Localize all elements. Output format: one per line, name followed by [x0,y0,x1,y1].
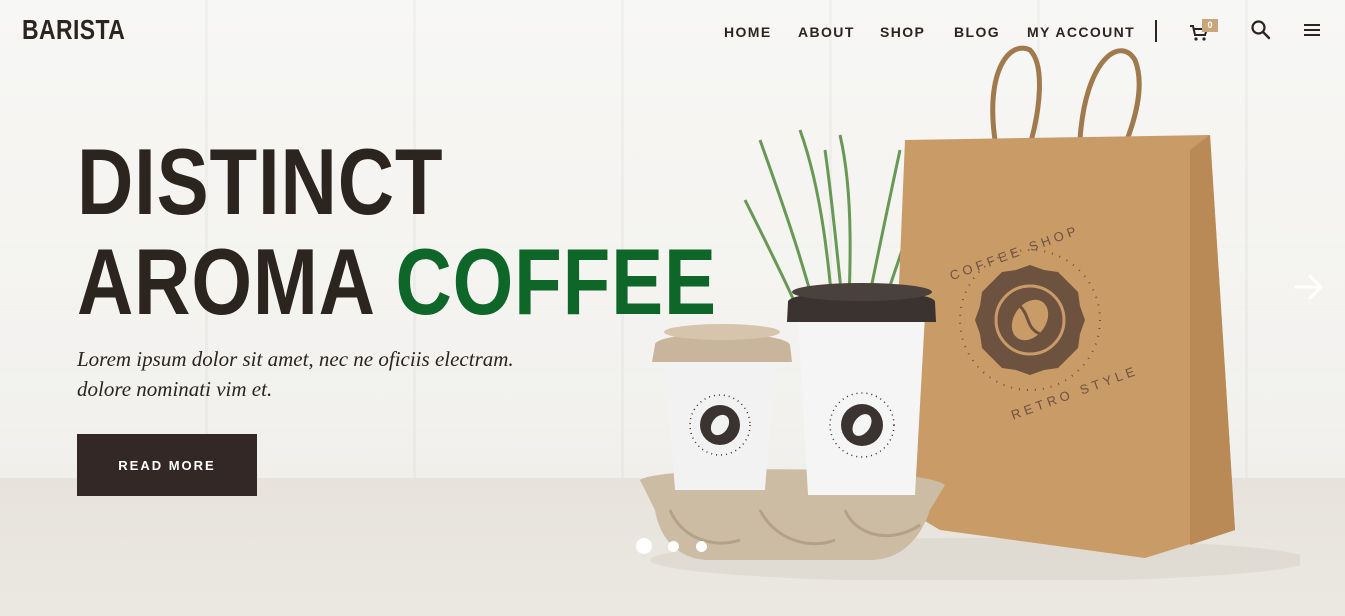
hero-headline-line2: AROMA COFFEE [77,232,717,332]
hamburger-menu-button[interactable] [1303,22,1321,38]
cart-button[interactable]: 0 [1189,19,1219,43]
hero-headline: DISTINCT AROMA COFFEE [77,132,717,332]
hero-subtitle-line2: dolore nominati vim et. [77,377,273,401]
slider-dot-3[interactable] [696,541,707,552]
cart-count-badge: 0 [1202,19,1218,32]
slider-dot-2[interactable] [668,541,679,552]
hero-headline-aroma: AROMA [77,229,373,334]
next-slide-button[interactable] [1293,273,1325,301]
search-button[interactable] [1250,19,1272,41]
slider-dot-1[interactable] [636,538,652,554]
hero-subtitle: Lorem ipsum dolor sit amet, nec ne ofici… [77,344,597,404]
nav-divider [1155,20,1157,42]
brand-logo[interactable]: BARISTA [22,14,125,46]
next-arrow-icon [1294,274,1323,300]
hero-headline-coffee: COFFEE [395,229,717,334]
nav-home[interactable]: HOME [724,24,772,40]
hamburger-menu-icon [1304,24,1320,36]
nav-my-account[interactable]: MY ACCOUNT [1027,24,1135,40]
hero-subtitle-line1: Lorem ipsum dolor sit amet, nec ne ofici… [77,347,514,371]
hero-headline-line1: DISTINCT [77,129,444,234]
nav-blog[interactable]: BLOG [954,24,1000,40]
read-more-button[interactable]: READ MORE [77,434,257,496]
nav-shop[interactable]: SHOP [880,24,925,40]
search-icon [1251,20,1271,40]
nav-about[interactable]: ABOUT [798,24,855,40]
